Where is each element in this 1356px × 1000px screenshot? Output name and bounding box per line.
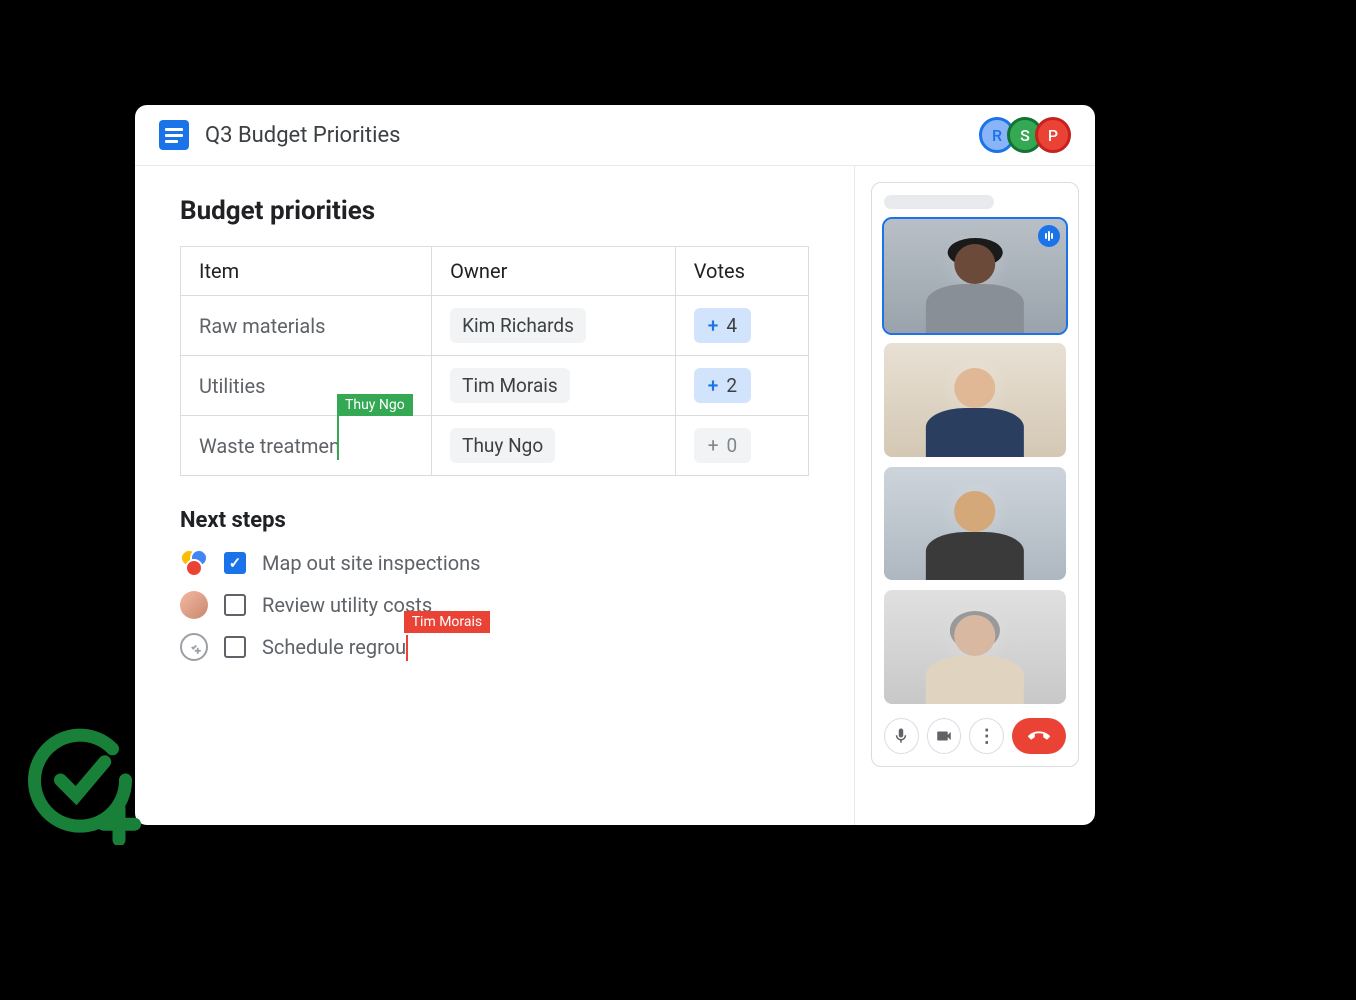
add-assignee-icon[interactable] — [180, 633, 208, 661]
mic-button[interactable] — [884, 718, 919, 754]
video-tile[interactable] — [884, 343, 1066, 457]
cell-votes[interactable]: +4 — [675, 296, 808, 356]
col-item: Item — [181, 247, 432, 296]
cell-owner[interactable]: Tim Morais — [432, 356, 676, 416]
document-area[interactable]: Budget priorities Item Owner Votes Raw m… — [135, 166, 855, 825]
cell-item[interactable]: Raw materials — [181, 296, 432, 356]
checkbox[interactable] — [224, 552, 246, 574]
assignee-avatar-multi[interactable] — [180, 549, 208, 577]
section-heading: Budget priorities — [180, 196, 809, 226]
step-text[interactable]: Schedule regrou Tim Morais — [262, 635, 406, 659]
step-row: Map out site inspections — [180, 549, 809, 577]
meeting-card: ⋮ — [871, 182, 1079, 767]
meeting-title-placeholder — [884, 195, 994, 209]
more-icon: ⋮ — [978, 726, 996, 747]
hangup-icon — [1028, 725, 1050, 747]
collab-cursor-line — [337, 416, 339, 460]
cell-votes[interactable]: +0 — [675, 416, 808, 476]
checkbox[interactable] — [224, 636, 246, 658]
vote-chip[interactable]: +4 — [694, 308, 751, 343]
budget-table: Item Owner Votes Raw materials Kim Richa… — [180, 246, 809, 476]
owner-chip[interactable]: Kim Richards — [450, 308, 586, 343]
cell-votes[interactable]: +2 — [675, 356, 808, 416]
plus-icon: + — [708, 374, 719, 397]
plus-icon: + — [708, 434, 719, 457]
document-title[interactable]: Q3 Budget Priorities — [205, 123, 400, 148]
header-bar: Q3 Budget Priorities R S P — [135, 105, 1095, 166]
step-row: Schedule regrou Tim Morais — [180, 633, 809, 661]
vote-chip[interactable]: +0 — [694, 428, 751, 463]
cell-owner[interactable]: Thuy Ngo — [432, 416, 676, 476]
meeting-panel: ⋮ — [855, 166, 1095, 825]
app-window: Q3 Budget Priorities R S P Budget priori… — [135, 105, 1095, 825]
speaking-indicator-icon — [1038, 225, 1060, 247]
assignee-avatar[interactable] — [180, 591, 208, 619]
col-votes: Votes — [675, 247, 808, 296]
mic-icon — [892, 727, 910, 745]
vote-chip[interactable]: +2 — [694, 368, 751, 403]
step-text[interactable]: Map out site inspections — [262, 551, 480, 575]
avatar-p[interactable]: P — [1035, 117, 1071, 153]
video-tile[interactable] — [884, 219, 1066, 333]
collaborator-avatars: R S P — [979, 117, 1071, 153]
video-tile[interactable] — [884, 590, 1066, 704]
table-header-row: Item Owner Votes — [181, 247, 809, 296]
owner-chip[interactable]: Thuy Ngo — [450, 428, 555, 463]
collab-cursor-line — [406, 635, 408, 661]
more-options-button[interactable]: ⋮ — [969, 718, 1004, 754]
meeting-controls: ⋮ — [884, 718, 1066, 754]
hangup-button[interactable] — [1012, 718, 1066, 754]
video-tile[interactable] — [884, 467, 1066, 581]
task-complete-badge-icon — [15, 715, 145, 845]
camera-button[interactable] — [927, 718, 962, 754]
camera-icon — [935, 727, 953, 745]
next-steps-heading: Next steps — [180, 508, 809, 533]
collab-cursor-flag: Thuy Ngo — [337, 394, 413, 416]
plus-icon: + — [708, 314, 719, 337]
checkbox[interactable] — [224, 594, 246, 616]
table-row: Waste treatmen Thuy Ngo Thuy Ngo +0 — [181, 416, 809, 476]
table-row: Raw materials Kim Richards +4 — [181, 296, 809, 356]
col-owner: Owner — [432, 247, 676, 296]
table-row: Utilities Tim Morais +2 — [181, 356, 809, 416]
step-row: Review utility costs — [180, 591, 809, 619]
cell-item[interactable]: Waste treatmen Thuy Ngo — [181, 416, 432, 476]
docs-icon[interactable] — [159, 120, 189, 150]
owner-chip[interactable]: Tim Morais — [450, 368, 570, 403]
collab-cursor-flag: Tim Morais — [404, 611, 490, 633]
cell-owner[interactable]: Kim Richards — [432, 296, 676, 356]
